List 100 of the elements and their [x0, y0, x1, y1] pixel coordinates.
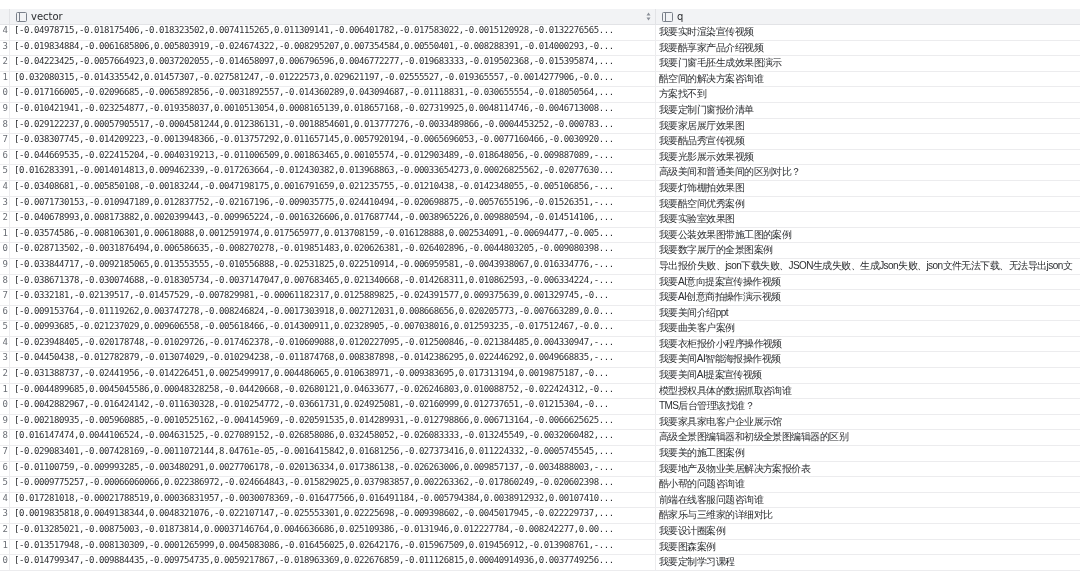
- row-number: 4: [2, 25, 8, 35]
- table-cell: 我要AI创意商拍操作演示视频: [659, 291, 781, 303]
- table-cell: 我要数字展厅的全景图案例: [659, 244, 773, 256]
- table-cell: 导出报价失败、json下载失败、JSON生成失败、生成Json失败、json文件无法下载、无法导出json文: [659, 259, 1073, 271]
- table-cell: 我要美间AI提案宣传视频: [659, 369, 762, 381]
- row-number: 5: [2, 165, 8, 176]
- row-number: 3: [2, 40, 8, 51]
- table-cell: [-0.0009775257,-0.00066060066,0.022386972,-0.024664843,-0.015829025,0.037983857,0.002263362,-0.017860249,-0.020602398...: [14, 477, 614, 488]
- table-cell: 我要AI意向提案宣传操作视频: [659, 275, 781, 287]
- table-cell: [-0.03574586,-0.008106301,0.00618088,0.0012591974,0.017565977,0.013708159,-0.016128888,0.002534091,-0.00694477,-0.005...: [14, 227, 614, 238]
- row-number: 9: [2, 102, 8, 113]
- row-number: 7: [2, 290, 8, 301]
- table-cell: 我要定制门窗报价清单: [659, 103, 754, 115]
- table-cell: [-0.0044899685,0.0045045586,0.00048328258,-0.04420668,-0.02680121,0.04633677,-0.026246803,0.010088752,-0.022424312,-0...: [14, 383, 614, 394]
- table-cell: [-0.0071730153,-0.010947189,0.012837752,-0.02167196,-0.009035775,0.024410494,-0.020698875,-0.0057655196,-0.01526351,-...: [14, 196, 614, 207]
- table-cell: 高级全景图编辑器和初级全景图编辑器的区别: [659, 431, 848, 443]
- table-cell: [-0.019834884,-0.0061685806,0.005803919,-0.024674322,-0.008295207,0.007354584,0.00550401,-0.008288391,-0.014000293,-0...: [14, 40, 614, 51]
- table-cell: 我要酷空间优秀案例: [659, 197, 745, 209]
- table-cell: [-0.028713502,-0.0031876494,0.006586635,-0.008270278,-0.019851483,0.020626381,-0.026402896,-0.0044803205,-0.009080398...: [14, 243, 614, 254]
- row-number: 0: [2, 399, 8, 410]
- table-cell: [-0.040678993,0.008173882,0.0020399443,-0.009965224,-0.0016326606,0.017687744,-0.0038965226,0.009880594,-0.014514106,...: [14, 212, 614, 223]
- table-cell: [-0.01100759,-0.009993285,-0.003480291,0.0027706178,-0.020136334,0.017386138,-0.026263006,0.009857137,-0.0034888003,-...: [14, 461, 614, 472]
- table-cell: [-0.009153764,-0.01119262,0.003747278,-0.008246824,-0.0017303918,0.002712031,0.008668656,0.020205773,-0.007663289,0.0...: [14, 305, 614, 316]
- table-cell: 我要酷享家产品介绍视频: [659, 41, 763, 53]
- table-cell: 我要美间介绍ppt: [659, 306, 728, 318]
- table-cell: 我要家居展厅效果图: [659, 119, 745, 131]
- row-number: 7: [2, 134, 8, 145]
- row-number: 1: [2, 383, 8, 394]
- table-cell: [-0.038307745,-0.014209223,-0.0013948366,-0.013757292,0.011657145,0.0057920194,-0.0065696053,-0.0077160466,-0.0030920...: [14, 134, 614, 145]
- table-cell: 高级美间和普通美间的区别对比？: [659, 166, 801, 178]
- row-number: 4: [2, 180, 8, 191]
- table-cell: [-0.038671378,-0.030074688,-0.018305734,-0.0037147047,0.007683465,0.021340668,-0.014268311,0.010862593,-0.006334224,-...: [14, 274, 614, 285]
- row-number: 9: [2, 258, 8, 269]
- table-cell: 我要曲美客户案例: [659, 322, 735, 334]
- table-cell: [0.0019835818,0.0049138344,0.0048321076,-0.022107147,-0.025553301,0.02225698,-0.009398602,-0.0045017945,-0.022229737,...: [14, 508, 614, 519]
- row-number: 0: [2, 87, 8, 98]
- row-number: 8: [2, 430, 8, 441]
- table-cell: 我要定制学习课程: [659, 556, 735, 568]
- table-cell: [-0.00993685,-0.021237029,0.009606558,-0.005618466,-0.014300911,0.02328905,-0.007038016,0.012593235,-0.017512467,-0.0...: [14, 321, 614, 332]
- table-cell: 模型授权具体的数据抓取咨询谁: [659, 384, 792, 396]
- table-cell: 我要光影展示效果视频: [659, 150, 754, 162]
- table-cell: [-0.013285021,-0.00875003,-0.01873814,0.00037146764,0.0046636686,0.025109386,-0.0131946,0.012227784,-0.008242277,0.00...: [14, 524, 614, 534]
- table-cell: [-0.03408681,-0.005850108,-0.00183244,-0.0047198175,0.0016791659,0.021235755,-0.01210438,-0.0142348055,-0.005106856,-...: [14, 180, 614, 191]
- row-number: 3: [2, 196, 8, 207]
- column-header[interactable]: vector: [31, 11, 63, 22]
- table-cell: 我要酷品秀宣传视频: [659, 135, 745, 147]
- table-cell: [-0.04450438,-0.012782879,-0.013074029,-0.010294238,-0.011874768,0.008387898,-0.0142386295,0.022446292,0.0049668835,-...: [14, 352, 614, 363]
- row-number: 6: [2, 149, 8, 160]
- table-cell: [-0.023948405,-0.020178748,-0.01029726,-0.017462378,-0.010609088,0.0120227095,-0.012500846,-0.021384485,0.004330947,-...: [14, 336, 614, 347]
- row-number: 0: [2, 555, 8, 566]
- table-cell: [-0.002180935,-0.005960885,-0.0010525162,-0.004145969,-0.020591535,0.014289931,-0.012798866,0.006713164,-0.0066625625...: [14, 414, 614, 425]
- table-icon: [16, 11, 27, 22]
- table-cell: 我要门窗毛胚生成效果图演示: [659, 57, 782, 69]
- table-cell: 我要灯饰棚拍效果图: [659, 181, 745, 193]
- row-number: 6: [2, 461, 8, 472]
- row-number: 7: [2, 446, 8, 457]
- row-number: 2: [2, 56, 8, 67]
- table-cell: [-0.0042882967,-0.016424142,-0.011630328,-0.010254772,-0.03661731,0.024925081,-0.02160999,0.012737651,-0.01215304,-0...: [14, 399, 609, 410]
- row-number: 1: [2, 227, 8, 238]
- table-cell: 酷家乐与三维家的详细对比: [659, 509, 773, 521]
- row-number: 1: [2, 539, 8, 550]
- row-number: 9: [2, 414, 8, 425]
- table-cell: 酷小帮的问题咨询谁: [659, 478, 745, 490]
- table-cell: 我要公装效果图带施工图的案例: [659, 228, 792, 240]
- row-number: 2: [2, 524, 8, 534]
- sort-icon[interactable]: [646, 12, 651, 21]
- table-cell: [0.016283391,-0.0014014813,0.009462339,-0.017263664,-0.012430382,0.013968863,-0.00033654273,0.00026825562,-0.02077630...: [14, 165, 614, 176]
- column-header[interactable]: q: [677, 11, 684, 22]
- table-cell: [0.032080315,-0.014335542,0.01457307,-0.027581247,-0.01222573,0.029621197,-0.02555527,-0.019365557,-0.0014277906,-0.0...: [14, 71, 614, 82]
- table-cell: 前端在线客服问题咨询谁: [659, 493, 763, 505]
- row-number: 2: [2, 368, 8, 379]
- row-number: 6: [2, 305, 8, 316]
- row-number: 5: [2, 321, 8, 332]
- table-cell: [-0.013517948,-0.008130309,-0.0001265999,0.0045083086,-0.016456025,0.02642176,-0.015967509,0.019456912,-0.013908761,-...: [14, 539, 614, 550]
- table-cell: [-0.033844717,-0.0092185065,0.013553555,-0.010556888,-0.02531825,0.022510914,-0.006959581,-0.0043938067,0.016334776,-...: [14, 258, 614, 269]
- row-number: 5: [2, 477, 8, 488]
- table-cell: 我要设计圈案例: [659, 525, 726, 536]
- table-cell: 我要美的施工图案例: [659, 447, 745, 459]
- table-cell: [-0.0332181,-0.02139517,-0.01457529,-0.007829981,-0.00061182317,0.0125889825,-0.024391577,0.009375639,0.001329745,-0...: [14, 290, 609, 301]
- row-number: 8: [2, 118, 8, 129]
- table-icon: [662, 11, 673, 22]
- table-cell: [-0.031388737,-0.02441956,-0.014226451,0.0025499917,0.004486065,0.010638971,-0.009383695,0.017313194,0.0019875187,-0...: [14, 368, 609, 379]
- table-cell: 我要图森案例: [659, 540, 716, 552]
- row-number: 8: [2, 274, 8, 285]
- row-number: 0: [2, 243, 8, 254]
- table-cell: [-0.04978715,-0.018175406,-0.018323502,0.0074115265,0.011309141,-0.006401782,-0.017583022,-0.0015120928,-0.0132276565...: [14, 25, 614, 35]
- table-cell: TMS后台管理该找谁？: [659, 400, 755, 412]
- row-number: 2: [2, 212, 8, 223]
- table-cell: 我要实时渲染宣传视频: [659, 26, 754, 37]
- table-cell: [0.016147474,0.0044106524,-0.004631525,-0.027089152,-0.026858086,0.032458052,-0.026083333,-0.013245549,-0.0032060482,...: [14, 430, 614, 441]
- table-cell: 酷空间的解决方案咨询谁: [659, 72, 763, 84]
- table-cell: 方案找不到: [659, 88, 707, 100]
- table-cell: [-0.010421941,-0.023254877,-0.019358037,0.0010513054,0.0008165139,0.018657168,-0.027319925,0.0048114746,-0.0046713008...: [14, 102, 614, 113]
- table-cell: [-0.014799347,-0.009884435,-0.009754735,0.0059217867,-0.018963369,0.022676859,-0.011126815,0.00040914936,0.0037749256...: [14, 555, 614, 566]
- row-number: 1: [2, 71, 8, 82]
- table-cell: 我要地产及物业美居解决方案报价表: [659, 462, 811, 474]
- row-number: 3: [2, 352, 8, 363]
- table-cell: [-0.04223425,-0.0057664923,0.0037202055,-0.014658097,0.006796596,0.0046772277,-0.019683333,-0.019502368,-0.015395874,...: [14, 56, 614, 67]
- table-cell: [-0.017166005,-0.02096685,-0.0065892856,-0.0031892557,-0.014360289,0.043094687,-0.01118831,-0.030655554,-0.018050564,...: [14, 87, 614, 98]
- table-cell: 我要实验室效果图: [659, 213, 735, 225]
